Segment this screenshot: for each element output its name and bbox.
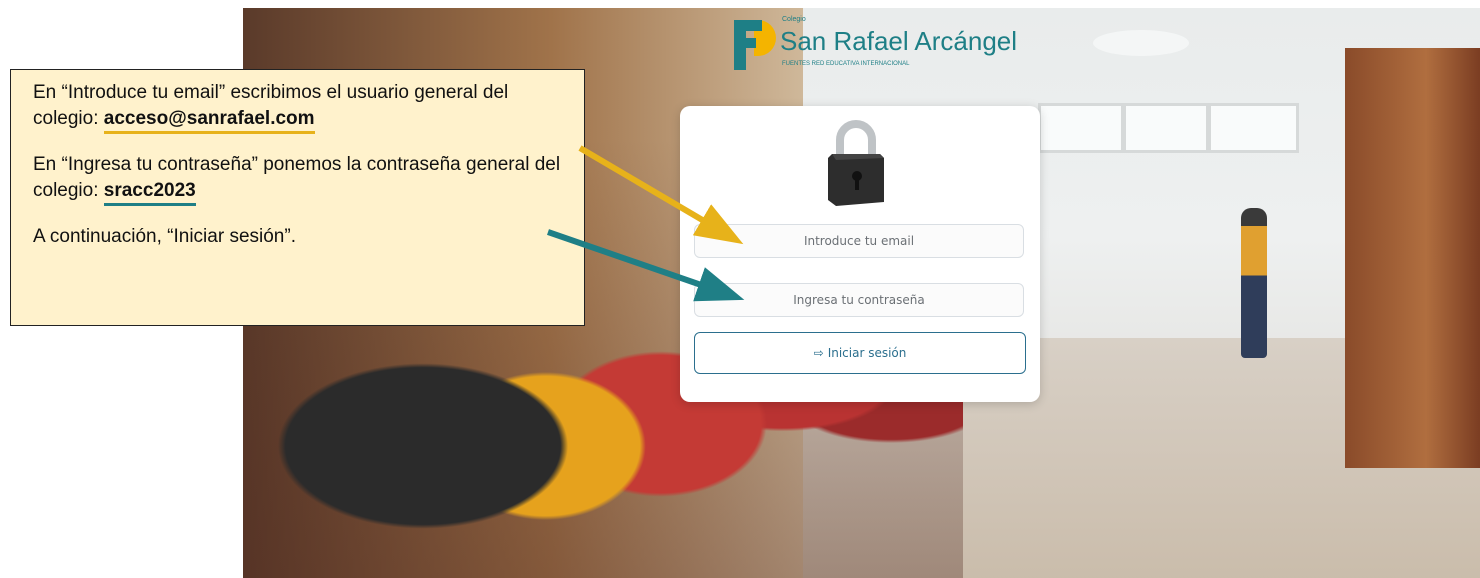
password-input[interactable]: Ingresa tu contraseña bbox=[694, 283, 1024, 317]
logo-tagline: FUENTES RED EDUCATIVA INTERNACIONAL bbox=[782, 61, 910, 67]
instruction-password: En “Ingresa tu contraseña” ponemos la co… bbox=[33, 152, 566, 206]
window bbox=[1038, 103, 1124, 153]
person-walking bbox=[1241, 208, 1267, 358]
logo-colegio-text: Colegio bbox=[782, 16, 806, 23]
email-input[interactable]: Introduce tu email bbox=[694, 224, 1024, 258]
instruction-email: En “Introduce tu email” escribimos el us… bbox=[33, 80, 566, 134]
password-value: sracc2023 bbox=[103, 180, 196, 206]
window bbox=[1123, 103, 1209, 153]
instruction-login: A continuación, “Iniciar sesión”. bbox=[33, 226, 296, 247]
logo-mark-mid bbox=[734, 38, 756, 48]
login-card: Introduce tu email Ingresa tu contraseña… bbox=[680, 106, 1040, 402]
instructions-callout: En “Introduce tu email” escribimos el us… bbox=[10, 69, 585, 326]
email-value: acceso@sanrafael.com bbox=[103, 108, 315, 134]
login-arrow-icon: ⇨ bbox=[813, 346, 824, 360]
window bbox=[1208, 103, 1299, 153]
lockers bbox=[1345, 48, 1480, 468]
login-button[interactable]: ⇨ Iniciar sesión bbox=[694, 332, 1026, 374]
login-button-label: Iniciar sesión bbox=[827, 346, 907, 360]
padlock-icon bbox=[828, 120, 884, 206]
logo-mark-top bbox=[734, 20, 762, 31]
school-logo: Colegio San Rafael Arcángel FUENTES RED … bbox=[728, 14, 1017, 72]
ceiling-lamp bbox=[1093, 30, 1189, 56]
logo-name: San Rafael Arcángel bbox=[780, 26, 1018, 56]
